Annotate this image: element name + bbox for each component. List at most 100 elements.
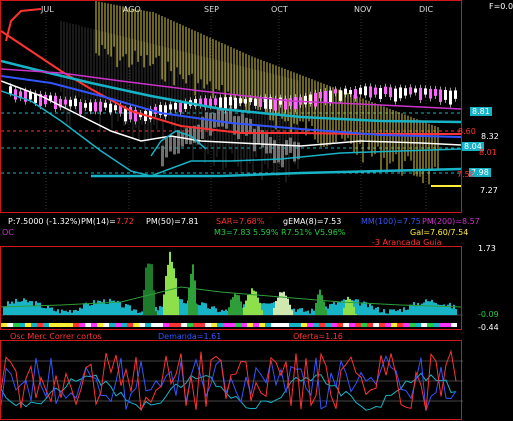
signal-strip-cell — [181, 323, 187, 327]
histogram-bar — [355, 313, 357, 315]
signal-strip-cell — [367, 323, 373, 327]
cloud-block — [285, 140, 288, 155]
signal-strip-cell — [127, 323, 133, 327]
histogram-bar — [307, 310, 309, 315]
signal-strip-cell — [331, 323, 337, 327]
oscillator-canvas — [1, 349, 463, 411]
histogram-bar — [232, 297, 234, 315]
candle-body — [279, 97, 282, 105]
candle-body — [129, 107, 132, 120]
histogram-bar — [7, 301, 9, 315]
histogram-bar — [405, 310, 407, 315]
histogram-bar — [295, 311, 297, 315]
cloud-block — [161, 145, 164, 167]
candle-body — [244, 98, 247, 104]
histogram-bar — [234, 293, 236, 315]
histogram-bar — [245, 300, 247, 315]
candle-body — [219, 97, 222, 108]
histogram-bar — [161, 306, 163, 315]
candle-body — [404, 88, 407, 96]
signal-strip-cell — [397, 323, 403, 327]
histogram-bar — [429, 301, 431, 315]
signal-strip-cell — [229, 323, 235, 327]
histogram-bar — [375, 307, 377, 315]
pm50-readout: PM(50)=7.81 — [146, 217, 199, 226]
histogram-bar — [317, 294, 319, 315]
histogram-bar — [297, 309, 299, 315]
signal-strip-cell — [295, 323, 301, 327]
histogram-bar — [155, 311, 157, 315]
candle-body — [229, 97, 232, 106]
histogram-bar — [145, 267, 147, 315]
candle-body — [214, 98, 217, 105]
histogram-bar — [115, 302, 117, 315]
signal-strip-cell — [157, 323, 163, 327]
cloud-block — [257, 124, 260, 145]
histogram-bar — [219, 311, 221, 315]
histogram-bar — [139, 312, 141, 315]
histogram-bar — [299, 308, 301, 315]
candle-body — [294, 97, 297, 110]
candle-body — [44, 94, 47, 105]
candle-body — [324, 91, 327, 103]
signal-strip-cell — [259, 323, 265, 327]
signal-strip-cell — [97, 323, 103, 327]
month-label-ago: AGO — [123, 5, 141, 14]
candle-body — [349, 90, 352, 95]
histogram-bar — [277, 297, 279, 315]
signal-strip-cell — [43, 323, 49, 327]
histogram-bar — [343, 307, 345, 315]
cloud-block — [209, 112, 212, 136]
histogram-bar — [325, 309, 327, 315]
histogram-bar — [309, 313, 311, 315]
histogram-bar — [201, 302, 203, 315]
price-chart-pane[interactable]: JUL AGO SEP OCT NOV DIC — [0, 0, 463, 213]
histogram-bar — [127, 304, 129, 315]
cloud-block — [221, 108, 224, 127]
histogram-bar — [47, 305, 49, 315]
candle-body — [409, 87, 412, 95]
candle-body — [69, 99, 72, 107]
histogram-bar — [367, 307, 369, 315]
histogram-bar — [215, 308, 217, 315]
histogram-bar — [371, 305, 373, 315]
oscillator-pane[interactable] — [0, 340, 463, 420]
sar-readout: SAR=7.68% — [216, 217, 265, 226]
candle-body — [454, 90, 457, 99]
histogram-bar — [211, 306, 213, 315]
histogram-bar — [425, 299, 427, 315]
oscillator-cyan-line — [1, 372, 457, 411]
histogram-bar — [333, 302, 335, 315]
histogram-bar — [407, 309, 409, 315]
candle-body — [419, 87, 422, 101]
histogram-bar — [105, 303, 107, 315]
candle-body — [354, 89, 357, 99]
histogram-max-label: 1.73 — [478, 244, 496, 253]
cloud-block — [293, 141, 296, 162]
candle-body — [314, 92, 317, 107]
histogram-bar — [35, 301, 37, 315]
demand-histogram-pane[interactable] — [0, 246, 463, 330]
histogram-bar — [283, 291, 285, 315]
signal-strip-cell — [289, 323, 295, 327]
histogram-bar — [55, 311, 57, 315]
histogram-bar — [387, 313, 389, 315]
histogram-bar — [389, 309, 391, 315]
histogram-bar — [259, 302, 261, 315]
histogram-bar — [303, 311, 305, 315]
histogram-bar — [445, 305, 447, 315]
signal-strip-cell — [409, 323, 415, 327]
signal-strip-cell — [109, 323, 115, 327]
histogram-bar — [413, 302, 415, 315]
histogram-bar — [377, 306, 379, 315]
histogram-bar — [49, 307, 51, 315]
signal-strip-cell — [283, 323, 289, 327]
candle-body — [394, 88, 397, 102]
histogram-bar — [87, 304, 89, 315]
candle-body — [9, 86, 12, 94]
candle-body — [224, 97, 227, 110]
histogram-bar — [181, 299, 183, 315]
candle-body — [89, 102, 92, 112]
histogram-bar — [61, 309, 63, 315]
histogram-bar — [287, 298, 289, 315]
